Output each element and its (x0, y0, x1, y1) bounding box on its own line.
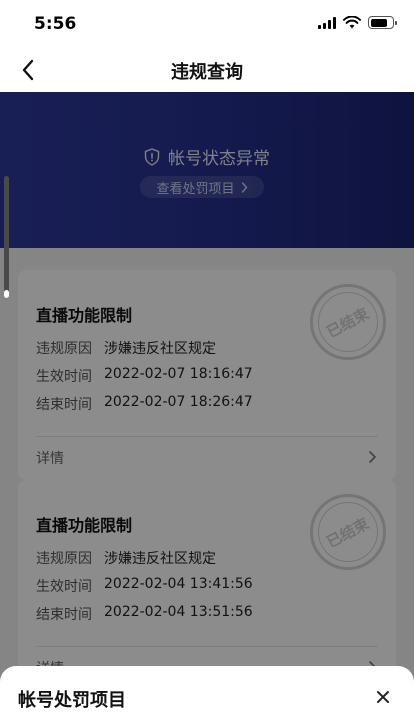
status-time: 5:56 (34, 14, 77, 34)
page-title: 违规查询 (171, 62, 243, 83)
penalties-sheet: 帐号处罚项目 (0, 666, 414, 716)
nav-bar: 违规查询 (0, 48, 414, 92)
scroll-thumb[interactable] (4, 290, 9, 298)
battery-icon (368, 16, 397, 29)
modal-overlay[interactable] (0, 92, 414, 716)
signal-icon (318, 16, 336, 29)
sheet-title: 帐号处罚项目 (18, 690, 126, 711)
status-bar: 5:56 (0, 0, 414, 48)
close-icon[interactable] (376, 690, 390, 704)
wifi-icon (343, 16, 361, 29)
scrollbar[interactable] (4, 176, 9, 298)
status-icons (318, 16, 397, 29)
